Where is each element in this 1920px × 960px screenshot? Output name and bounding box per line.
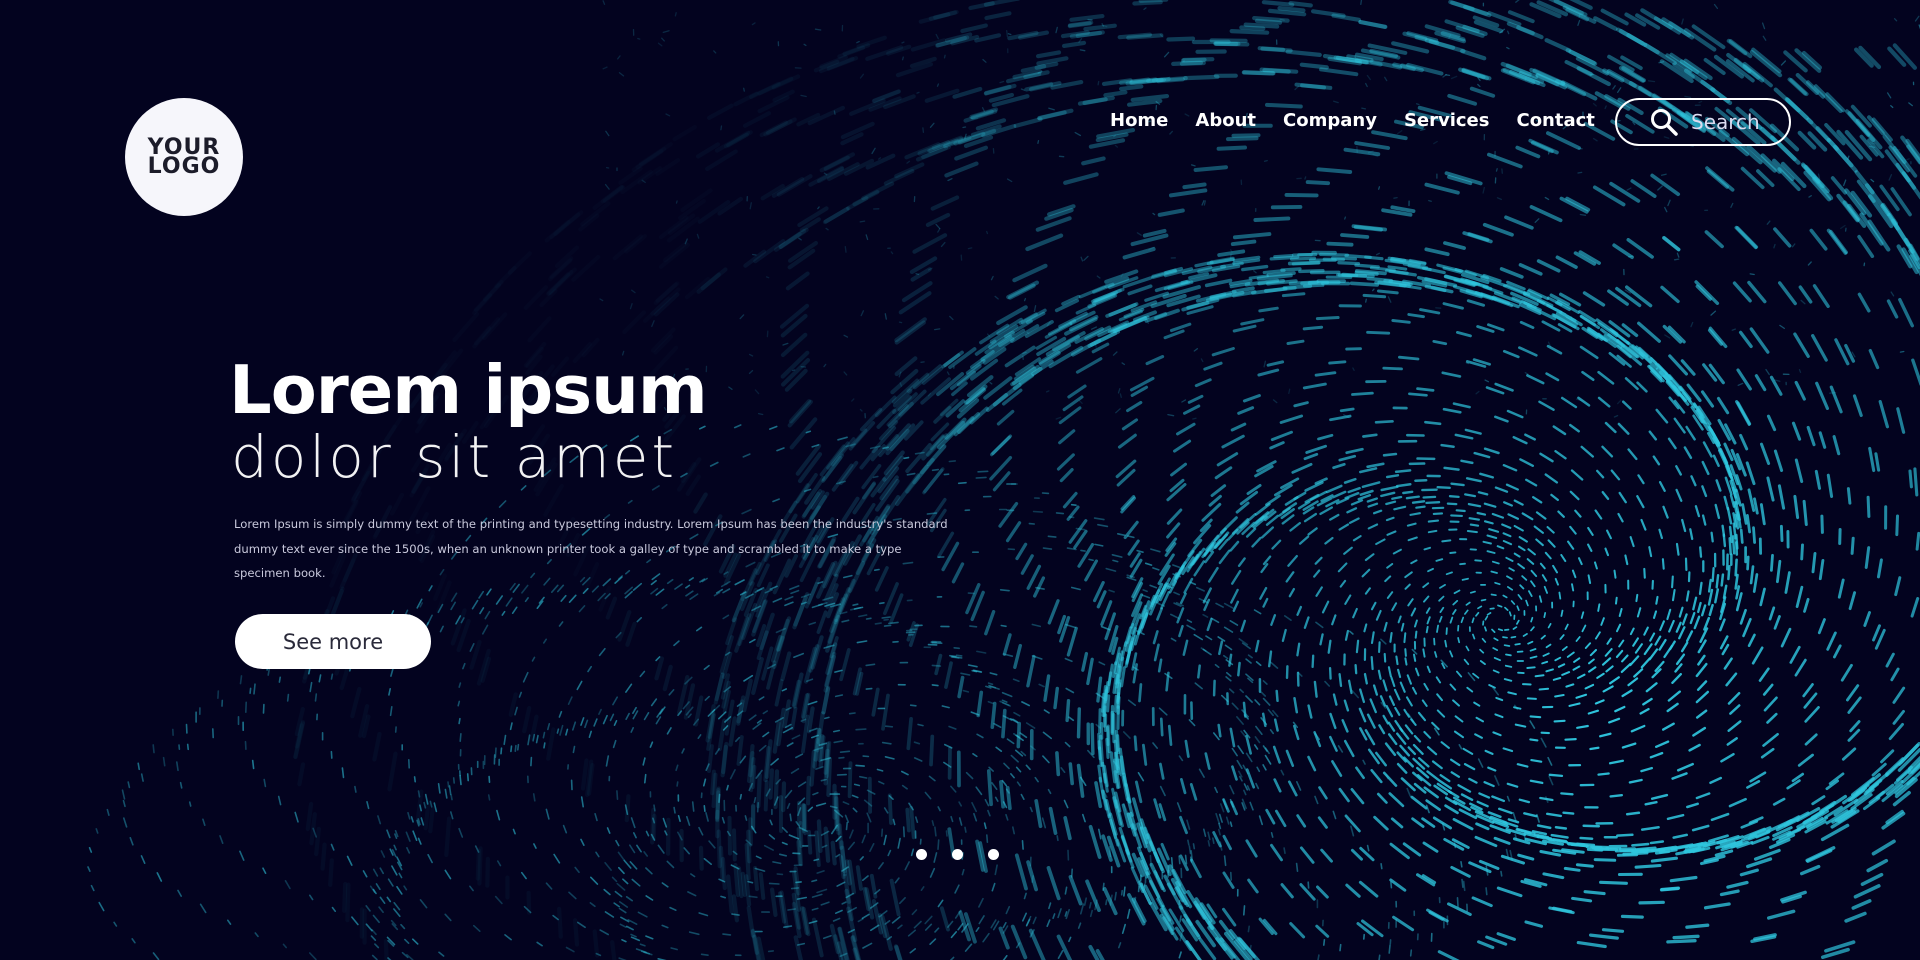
slider-dot[interactable]: [916, 849, 927, 860]
slider-dot[interactable]: [952, 849, 963, 860]
nav-item-services[interactable]: Services: [1404, 110, 1490, 131]
landing-page: YOUR LOGO Home About Company Services Co…: [0, 0, 1920, 960]
slider-dot[interactable]: [988, 849, 999, 860]
nav-item-home[interactable]: Home: [1110, 110, 1168, 131]
hero-subtitle: dolor sit amet: [231, 423, 678, 491]
slider-dots: [916, 849, 999, 860]
hero-description: Lorem Ipsum is simply dummy text of the …: [234, 517, 948, 580]
nav-item-about[interactable]: About: [1195, 110, 1256, 131]
search-input[interactable]: Search: [1615, 98, 1791, 146]
logo-line-2: LOGO: [147, 154, 221, 179]
hero-title: Lorem ipsum: [229, 351, 708, 429]
main-nav: Home About Company Services Contact: [1110, 110, 1595, 131]
search-icon: [1649, 107, 1679, 137]
logo[interactable]: YOUR LOGO: [125, 98, 243, 216]
nav-item-contact[interactable]: Contact: [1516, 110, 1594, 131]
search-placeholder: Search: [1691, 110, 1760, 134]
see-more-button[interactable]: See more: [235, 614, 431, 669]
nav-item-company[interactable]: Company: [1283, 110, 1377, 131]
